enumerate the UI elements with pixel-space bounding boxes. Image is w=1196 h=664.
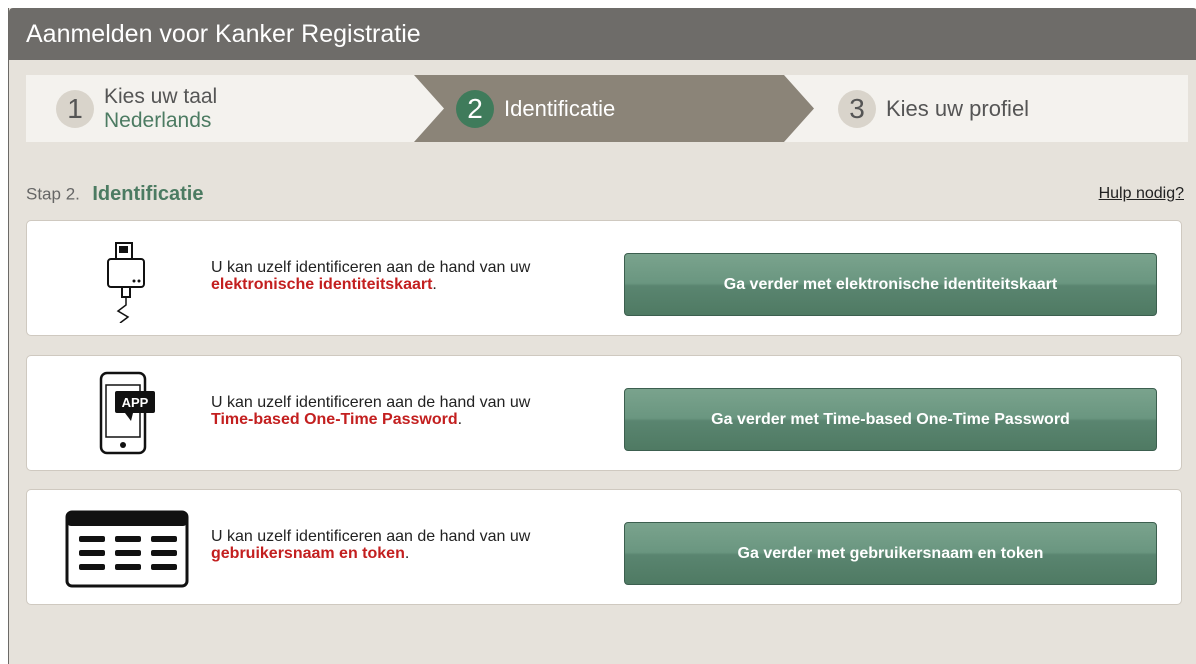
continue-token-button[interactable]: Ga verder met gebruikersnaam en token	[624, 522, 1157, 585]
suffix: .	[432, 276, 437, 293]
window-title: Aanmelden voor Kanker Registratie	[9, 8, 1196, 60]
step-number: 3	[838, 89, 876, 128]
step-choose-language[interactable]: 1 Kies uw taal Nederlands	[56, 75, 217, 142]
step-number: 1	[56, 89, 94, 128]
option-card-eid: U kan uzelf identificeren aan de hand va…	[26, 220, 1182, 336]
suffix: .	[404, 545, 410, 562]
step-label: Identificatie	[504, 95, 616, 121]
registration-window: Aanmelden voor Kanker Registratie 1 Kies…	[8, 8, 1196, 664]
option-card-token: U kan uzelf identificeren aan de hand va…	[26, 489, 1182, 605]
step-progress-bar: 1 Kies uw taal Nederlands 2 Identificati…	[26, 75, 1188, 142]
step-identification: 2 Identificatie	[456, 75, 615, 142]
description-text: U kan uzelf identificeren aan de hand va…	[211, 528, 531, 545]
step-prefix: Stap 2.	[26, 184, 80, 204]
selected-language: Nederlands	[104, 108, 212, 132]
option-description: U kan uzelf identificeren aan de hand va…	[211, 528, 611, 562]
method-highlight: gebruikersnaam en token	[211, 545, 405, 562]
step-label: Kies uw profiel	[886, 95, 1030, 121]
step-number: 2	[456, 89, 494, 128]
phone-app-icon: APP	[62, 368, 192, 460]
app-label: APP	[122, 395, 149, 410]
method-highlight: elektronische identiteitskaart	[211, 276, 433, 293]
step-choose-profile: 3 Kies uw profiel	[838, 75, 1029, 142]
description-text: U kan uzelf identificeren aan de hand va…	[211, 259, 531, 276]
eid-card-reader-icon	[62, 233, 192, 325]
description-text: U kan uzelf identificeren aan de hand va…	[211, 394, 531, 411]
option-card-totp: APP U kan uzelf identificeren aan de han…	[26, 355, 1182, 471]
option-description: U kan uzelf identificeren aan de hand va…	[211, 259, 611, 293]
page-title: Identificatie	[92, 183, 204, 205]
help-link[interactable]: Hulp nodig?	[1099, 185, 1184, 203]
option-description: U kan uzelf identificeren aan de hand va…	[211, 394, 611, 428]
section-heading: Stap 2. Identificatie Hulp nodig?	[26, 183, 1184, 213]
step-title: Kies uw taal	[104, 84, 218, 108]
suffix: .	[457, 411, 463, 428]
step-label: Kies uw taal Nederlands	[104, 85, 217, 133]
continue-eid-button[interactable]: Ga verder met elektronische identiteitsk…	[624, 253, 1157, 316]
token-grid-icon	[62, 502, 192, 594]
method-highlight: Time-based One-Time Password	[211, 411, 458, 428]
continue-totp-button[interactable]: Ga verder met Time-based One-Time Passwo…	[624, 388, 1157, 451]
